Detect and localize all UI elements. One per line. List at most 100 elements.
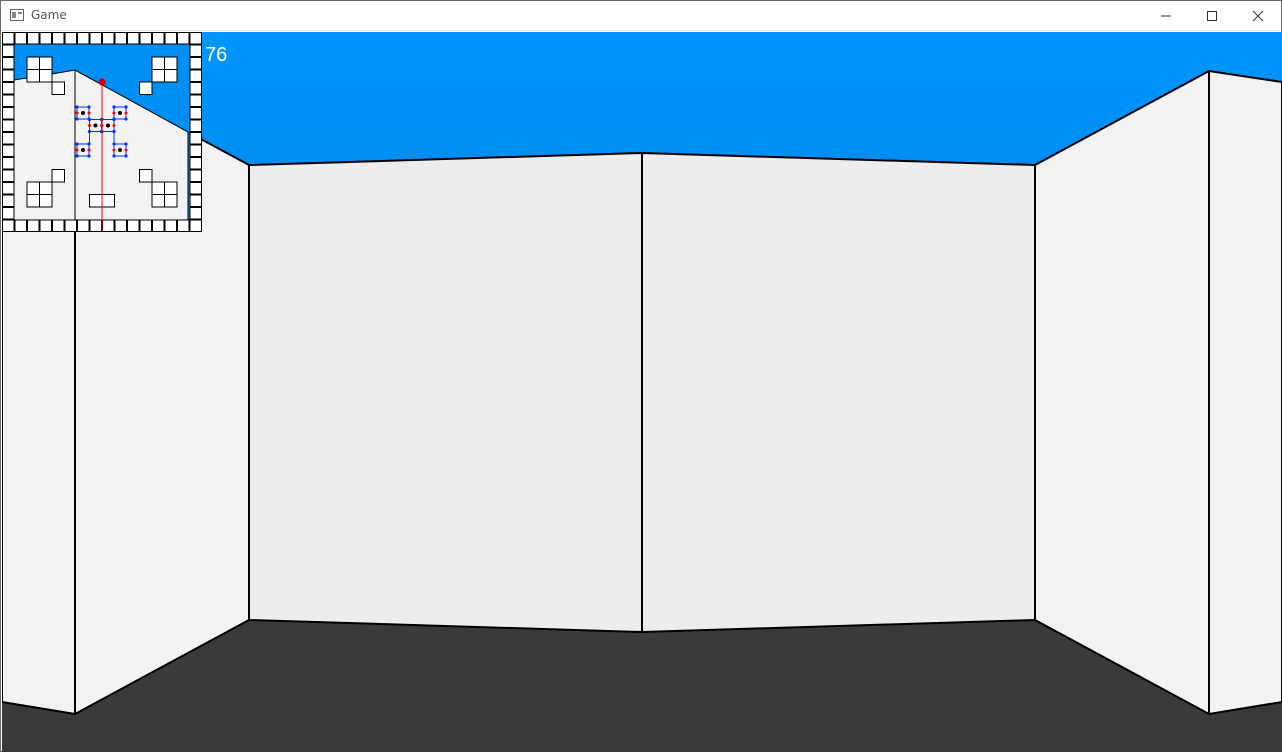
minimap-border-cell (102, 219, 115, 232)
minimap-border-cell (89, 219, 102, 232)
minimize-button[interactable] (1143, 1, 1189, 31)
minimap-border-cell (189, 194, 202, 207)
minimap-border-cell (127, 219, 140, 232)
minimap-wall-block (39, 194, 53, 208)
minimap-border-cell (27, 219, 40, 232)
minimap-edge-node (87, 111, 91, 115)
minimap-wall-block (39, 69, 53, 83)
minimap-corner-node (75, 154, 79, 158)
minimap-border-cell (39, 219, 52, 232)
minimap (2, 32, 202, 232)
minimap-corner-node (124, 117, 128, 121)
minimap-path-node (118, 148, 122, 152)
minimap-border-cell (189, 69, 202, 82)
minimap-corner-node (75, 117, 79, 121)
minimap-corner-node (87, 105, 91, 109)
minimap-wall-block (139, 169, 153, 183)
minimap-edge-node (112, 124, 116, 127)
minimap-wall-block (51, 169, 65, 183)
window-title: Game (31, 8, 67, 22)
minimap-border-cell (2, 132, 15, 145)
minimap-corner-node (112, 117, 116, 122)
minimap-border-cell (2, 157, 15, 170)
minimap-corner-node (112, 105, 116, 109)
minimap-edge-node (87, 148, 91, 152)
minimap-border-cell (2, 169, 15, 182)
app-window-icon (10, 9, 24, 21)
minimap-corner-node (124, 105, 128, 109)
minimap-path-node (106, 123, 110, 128)
minimap-border-cell (152, 219, 165, 232)
minimap-border-cell (102, 32, 115, 45)
minimap-corner-node (87, 117, 92, 122)
minimap-edge-node (75, 148, 79, 152)
wall-right (1034, 70, 1210, 715)
minimap-wall-block (51, 81, 65, 95)
minimap-corner-node (75, 142, 79, 146)
minimap-border-cell (2, 57, 15, 70)
minimap-border-cell (39, 32, 52, 45)
minimap-wall-block (139, 81, 153, 95)
fps-counter: 76 (205, 44, 228, 66)
minimap-corner-node (112, 154, 116, 158)
minimap-border-cell (2, 94, 15, 107)
minimap-border-cell (152, 32, 165, 45)
minimap-border-cell (2, 44, 15, 57)
minimap-border-cell (2, 119, 15, 132)
minimap-border-cell (189, 32, 202, 45)
minimap-path-node (93, 123, 98, 128)
minimap-edge-node (112, 148, 116, 152)
minimap-corner-node (75, 105, 79, 109)
minimap-border-cell (2, 144, 15, 157)
minimap-wall-block (151, 69, 165, 83)
minimap-border-cell (114, 219, 127, 232)
minimap-border-cell (189, 219, 202, 232)
minimap-corner-node (124, 142, 128, 146)
minimap-border-cell (189, 144, 202, 157)
minimap-border-cell (14, 219, 27, 232)
minimap-border-cell (52, 32, 65, 45)
title-bar[interactable]: Game (1, 1, 1281, 31)
minimap-border-cell (164, 219, 177, 232)
minimap-border-cell (77, 32, 90, 45)
minimap-wall-block (151, 56, 165, 70)
minimap-border-cell (2, 107, 15, 120)
game-viewport[interactable]: 76 (2, 32, 1282, 752)
minimap-border-cell (77, 219, 90, 232)
maximize-button[interactable] (1189, 1, 1235, 31)
minimap-border-cell (189, 132, 202, 145)
maximize-icon (1207, 11, 1217, 21)
minimap-border-cell (177, 32, 190, 45)
minimap-border-cell (189, 182, 202, 195)
minimap-edge-node (124, 111, 128, 115)
game-window: Game 76 (0, 0, 1282, 752)
minimap-wall-block (164, 181, 178, 195)
minimap-border-cell (89, 32, 102, 45)
minimap-border-cell (189, 169, 202, 182)
minimap-border-cell (189, 119, 202, 132)
minimap-border-cell (189, 57, 202, 70)
minimap-wall-block (26, 181, 40, 195)
minimap-edge-node (112, 111, 116, 115)
wall-center-left (248, 152, 643, 633)
close-button[interactable] (1235, 1, 1281, 31)
minimap-border-cell (2, 69, 15, 82)
minimap-wall-block (89, 194, 103, 208)
wall-far-right (1208, 70, 1282, 715)
minimap-border-cell (189, 94, 202, 107)
minimap-border-cell (64, 32, 77, 45)
minimap-border-cell (189, 207, 202, 220)
minimap-border-cell (177, 219, 190, 232)
minimap-corner-node (87, 154, 91, 158)
minimap-border-cell (52, 219, 65, 232)
minimap-player-marker (98, 78, 106, 86)
minimap-border-cell (2, 207, 15, 220)
minimap-wall-block (101, 194, 115, 208)
minimap-path-node (81, 111, 85, 115)
minimap-border-cell (2, 194, 15, 207)
minimap-border-cell (2, 219, 15, 232)
minimap-border-cell (189, 44, 202, 57)
minimap-border-cell (139, 219, 152, 232)
minimap-path-node (118, 111, 122, 115)
minimap-corner-node (124, 154, 128, 158)
